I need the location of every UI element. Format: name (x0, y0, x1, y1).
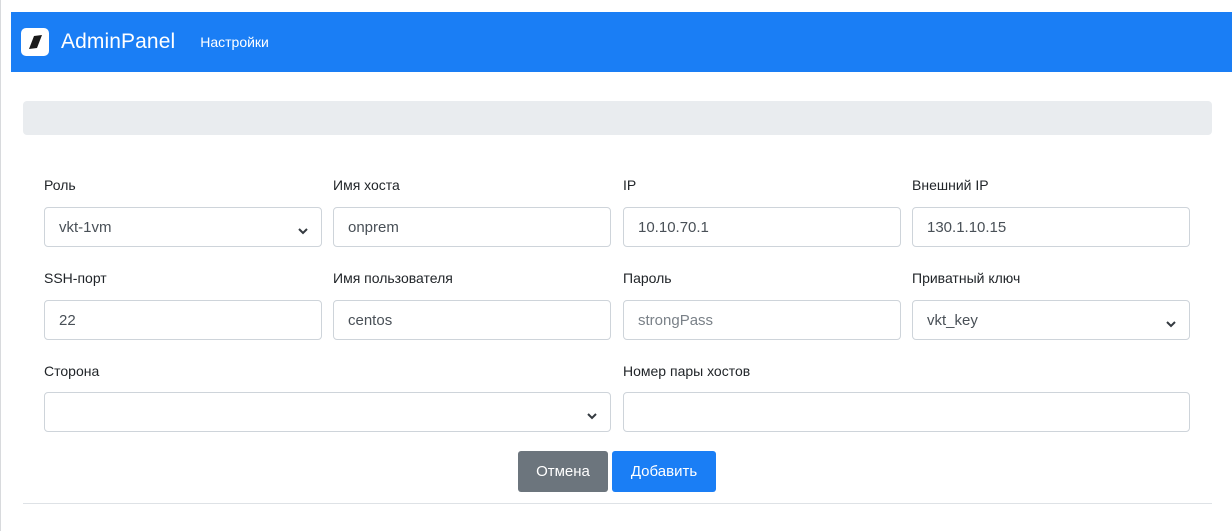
external-ip-input[interactable]: 130.1.10.15 (912, 207, 1190, 247)
admin-logo-icon (21, 28, 49, 56)
username-input[interactable]: centos (333, 300, 611, 340)
chevron-down-icon (297, 223, 309, 240)
password-placeholder: strongPass (638, 311, 714, 329)
private-key-value: vkt_key (927, 311, 978, 329)
side-label: Сторона (44, 363, 100, 379)
role-label: Роль (44, 177, 76, 193)
username-value: centos (348, 311, 393, 329)
ssh-port-label: SSH-порт (44, 270, 107, 286)
ip-input[interactable]: 10.10.70.1 (623, 207, 901, 247)
hostname-input[interactable]: onprem (333, 207, 611, 247)
chevron-down-icon (586, 408, 598, 425)
brand[interactable]: AdminPanel (21, 28, 175, 56)
breadcrumb (23, 101, 1212, 135)
private-key-select[interactable]: vkt_key (912, 300, 1190, 340)
ip-label: IP (623, 177, 637, 193)
external-ip-value: 130.1.10.15 (927, 218, 1007, 236)
password-label: Пароль (623, 270, 672, 286)
password-input[interactable]: strongPass (623, 300, 901, 340)
host-pair-input[interactable] (623, 392, 1190, 432)
ip-value: 10.10.70.1 (638, 218, 709, 236)
username-label: Имя пользователя (333, 270, 453, 286)
hostname-value: onprem (348, 218, 399, 236)
ssh-port-value: 22 (59, 311, 76, 329)
add-button[interactable]: Добавить (612, 451, 716, 492)
chevron-down-icon (1165, 316, 1177, 333)
private-key-label: Приватный ключ (912, 270, 1021, 286)
host-pair-label: Номер пары хостов (623, 363, 751, 379)
side-select[interactable] (44, 392, 611, 432)
role-select-value: vkt-1vm (59, 218, 112, 236)
cancel-button[interactable]: Отмена (518, 451, 608, 492)
top-navbar: AdminPanel Настройки (11, 12, 1232, 72)
divider (23, 503, 1212, 504)
brand-name: AdminPanel (61, 30, 176, 53)
nav-link-settings[interactable]: Настройки (200, 34, 269, 50)
admin-page: AdminPanel Настройки Роль vkt-1vm Имя хо… (0, 0, 1232, 531)
external-ip-label: Внешний IP (912, 177, 989, 193)
ssh-port-input[interactable]: 22 (44, 300, 322, 340)
hostname-label: Имя хоста (333, 177, 400, 193)
role-select[interactable]: vkt-1vm (44, 207, 322, 247)
